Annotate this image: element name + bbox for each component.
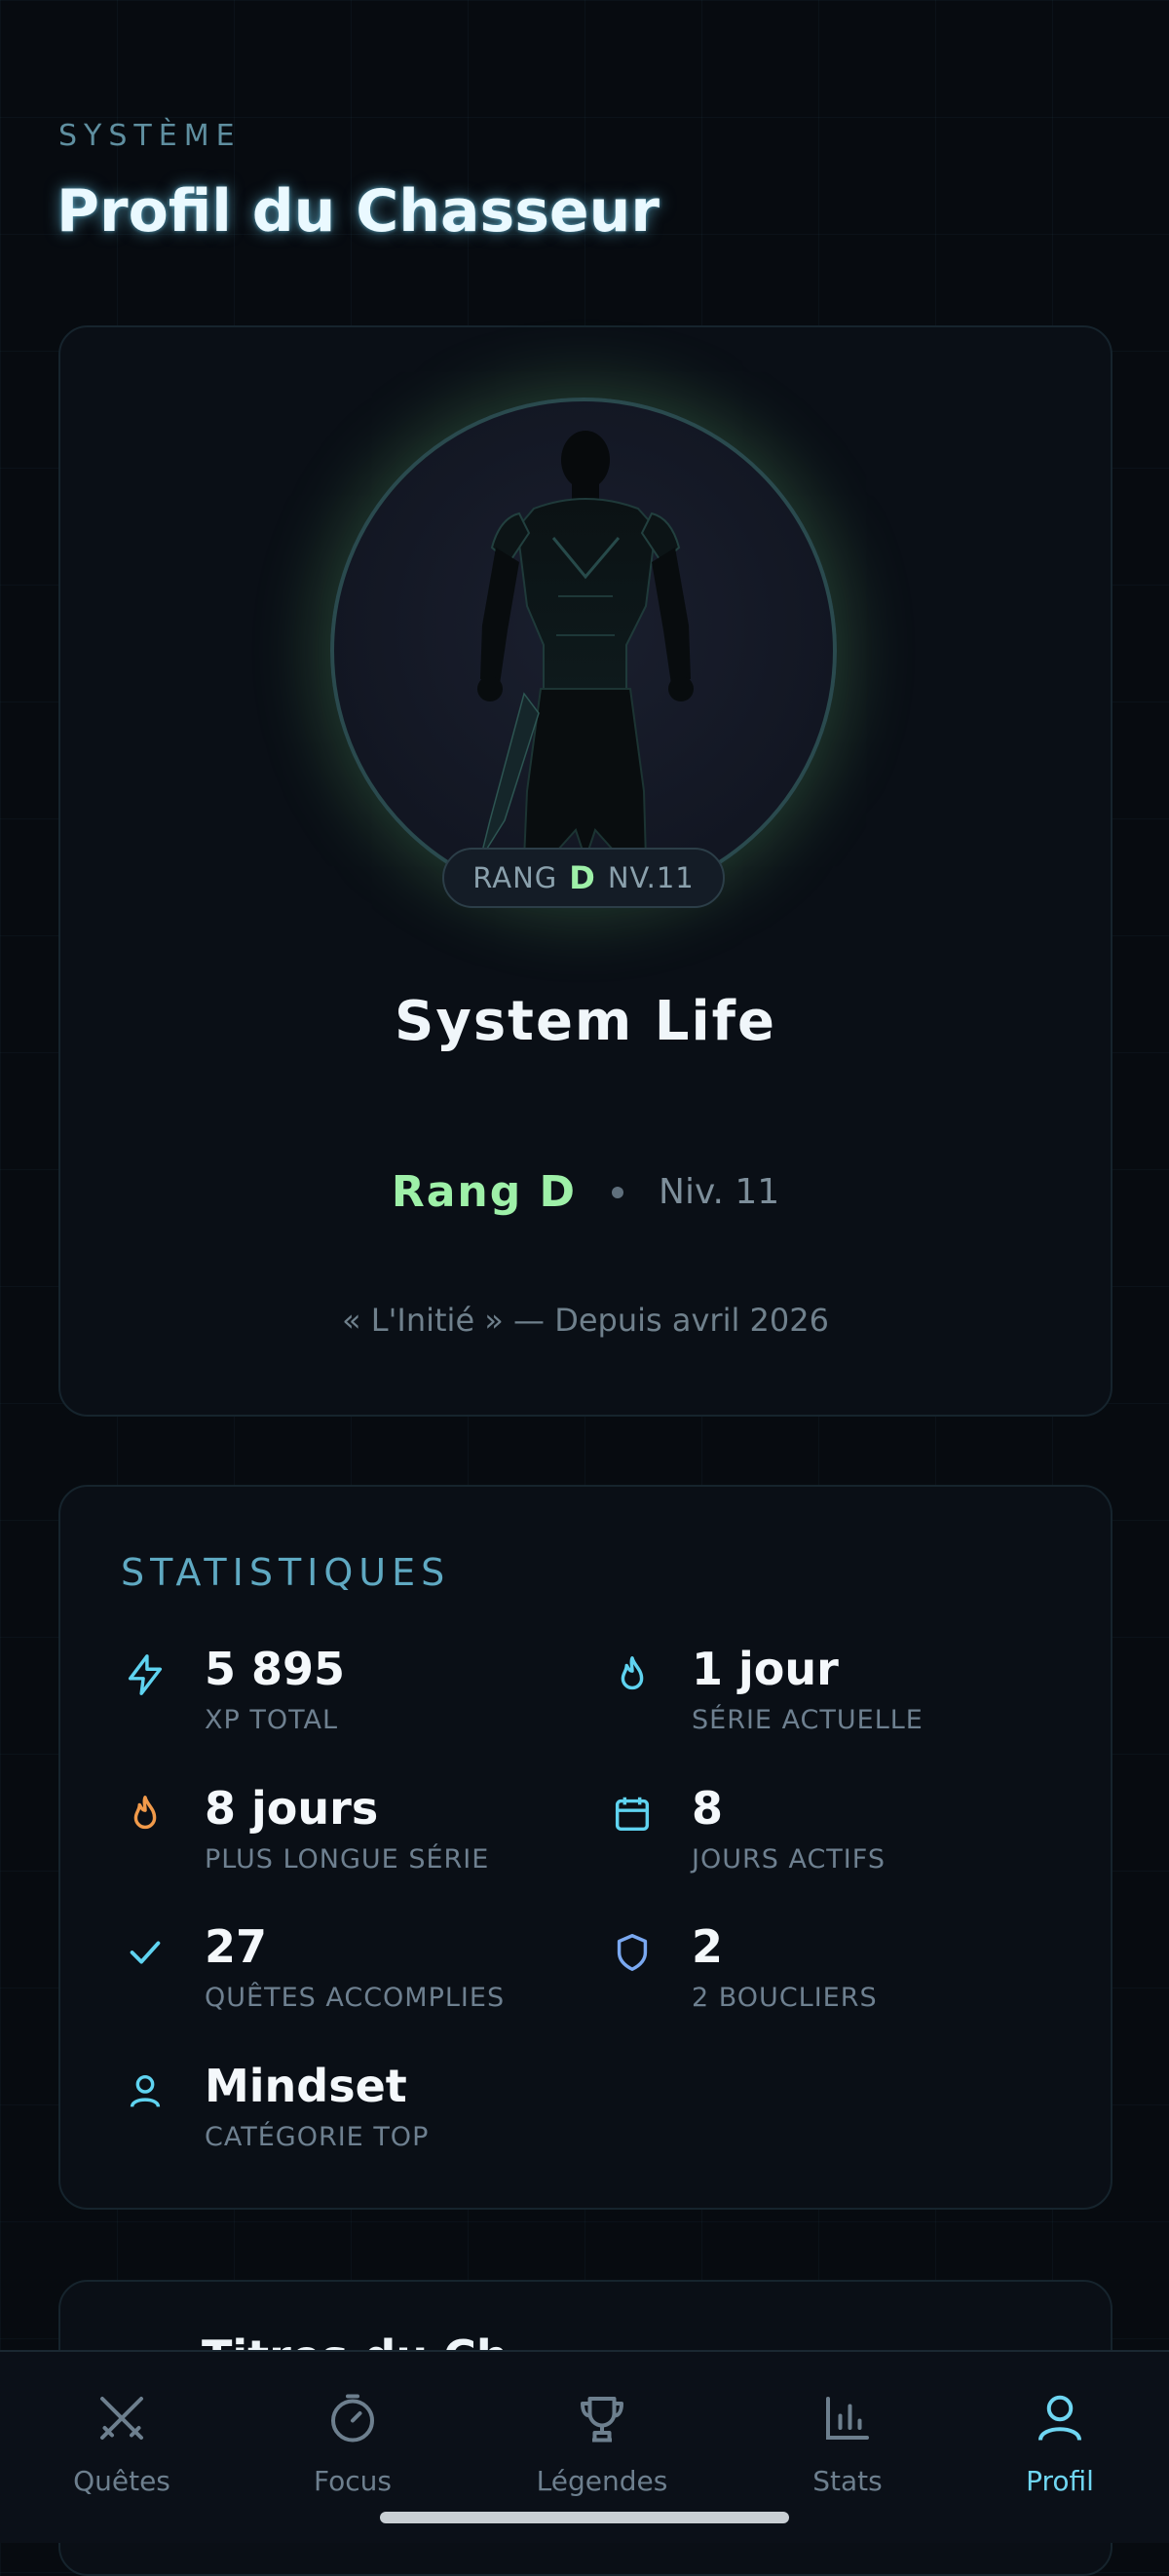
user-icon bbox=[1038, 2395, 1081, 2442]
stat-xp-total: 5 895 XP TOTAL bbox=[123, 1643, 571, 1750]
stat-label: JOURS ACTIFS bbox=[692, 1844, 886, 1875]
profile-card: RANG D NV.11 System Life Rang D Niv. 11 … bbox=[58, 325, 1112, 1417]
nav-item-legendes[interactable]: Légendes bbox=[485, 2352, 719, 2518]
stat-label: CATÉGORIE TOP bbox=[205, 2122, 430, 2152]
stat-value: 27 bbox=[205, 1920, 268, 1973]
system-label: SYSTÈME bbox=[58, 119, 242, 153]
stat-label: QUÊTES ACCOMPLIES bbox=[205, 1983, 506, 2013]
stat-longest-streak: 8 jours PLUS LONGUE SÉRIE bbox=[123, 1782, 571, 1889]
stat-top-category: Mindset CATÉGORIE TOP bbox=[123, 2060, 571, 2167]
statistics-title: STATISTIQUES bbox=[121, 1551, 451, 1594]
stat-current-streak: 1 jour SÉRIE ACTUELLE bbox=[610, 1643, 1058, 1750]
user-icon bbox=[130, 2074, 161, 2107]
stat-value: 2 bbox=[692, 1920, 724, 1973]
rank-line: Rang D Niv. 11 bbox=[60, 1167, 1111, 1217]
username: System Life bbox=[395, 990, 776, 1053]
bar-chart-icon bbox=[826, 2397, 869, 2440]
badge-level: NV.11 bbox=[607, 861, 695, 894]
separator-dot bbox=[612, 1186, 624, 1198]
nav-item-quetes[interactable]: Quêtes bbox=[5, 2352, 239, 2518]
check-icon bbox=[130, 1941, 161, 1964]
crossed-swords-icon bbox=[100, 2397, 143, 2440]
stat-label: PLUS LONGUE SÉRIE bbox=[205, 1844, 490, 1875]
nav-item-focus[interactable]: Focus bbox=[236, 2352, 470, 2518]
rank-level-badge: RANG D NV.11 bbox=[442, 848, 725, 908]
stat-label: 2 BOUCLIERS bbox=[692, 1983, 878, 2013]
avatar[interactable] bbox=[330, 398, 837, 904]
flame-icon bbox=[133, 1796, 157, 1830]
stat-value: Mindset bbox=[205, 2060, 407, 2112]
flame-icon bbox=[621, 1656, 644, 1690]
stat-value: 1 jour bbox=[692, 1643, 839, 1695]
nav-label: Quêtes bbox=[73, 2465, 170, 2497]
nav-item-profil[interactable]: Profil bbox=[943, 2352, 1169, 2518]
stat-active-days: 8 JOURS ACTIFS bbox=[610, 1782, 1058, 1889]
nav-label: Profil bbox=[1026, 2465, 1094, 2497]
stat-quests-completed: 27 QUÊTES ACCOMPLIES bbox=[123, 1920, 571, 2027]
badge-rank-letter: D bbox=[569, 859, 596, 896]
shield-icon bbox=[617, 1934, 648, 1971]
stat-label: XP TOTAL bbox=[205, 1705, 339, 1735]
badge-rank-prefix: RANG bbox=[472, 861, 558, 894]
lightning-icon bbox=[128, 1654, 163, 1695]
home-indicator[interactable] bbox=[380, 2512, 789, 2523]
hunter-silhouette-icon bbox=[477, 431, 694, 863]
timer-icon bbox=[331, 2394, 374, 2443]
nav-label: Focus bbox=[314, 2465, 392, 2497]
stat-value: 8 bbox=[692, 1782, 724, 1835]
page-title: Profil du Chasseur bbox=[57, 177, 660, 246]
trophy-icon bbox=[581, 2397, 623, 2443]
title-since-text: « L'Initié » — Depuis avril 2026 bbox=[342, 1302, 829, 1339]
nav-item-stats[interactable]: Stats bbox=[731, 2352, 964, 2518]
calendar-icon bbox=[615, 1797, 650, 1832]
stat-label: SÉRIE ACTUELLE bbox=[692, 1705, 924, 1735]
rank-text: Rang D bbox=[391, 1167, 578, 1217]
nav-label: Stats bbox=[812, 2465, 883, 2497]
stat-shields: 2 2 BOUCLIERS bbox=[610, 1920, 1058, 2027]
statistics-card: STATISTIQUES 5 895 XP TOTAL 1 jour SÉRIE… bbox=[58, 1485, 1112, 2210]
nav-label: Légendes bbox=[536, 2465, 668, 2497]
stat-value: 8 jours bbox=[205, 1782, 379, 1835]
level-text: Niv. 11 bbox=[659, 1172, 780, 1212]
stat-value: 5 895 bbox=[205, 1643, 346, 1695]
